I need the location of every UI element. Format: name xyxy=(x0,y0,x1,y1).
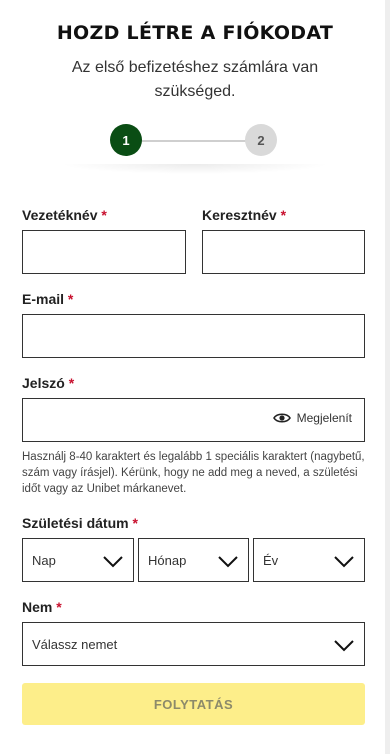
dob-year-select[interactable]: Év xyxy=(253,538,365,582)
page-header: HOZD LÉTRE A FIÓKODAT Az első befizetésh… xyxy=(0,0,390,174)
password-field[interactable]: Megjelenít xyxy=(22,398,365,442)
dob-label: Születési dátum * xyxy=(22,515,138,531)
stepper-shadow xyxy=(60,164,330,174)
gender-placeholder: Válassz nemet xyxy=(32,636,118,652)
first-name-input[interactable] xyxy=(202,230,365,274)
chevron-down-icon xyxy=(218,556,238,568)
chevron-down-icon xyxy=(334,640,354,652)
dob-month-value: Hónap xyxy=(148,552,187,568)
last-name-input[interactable] xyxy=(22,230,186,274)
gender-select[interactable]: Válassz nemet xyxy=(22,622,365,666)
dob-day-value: Nap xyxy=(32,552,56,568)
page-subtitle: Az első befizetéshez számlára van szüksé… xyxy=(71,59,319,100)
page-edge xyxy=(385,0,390,754)
dob-day-select[interactable]: Nap xyxy=(22,538,134,582)
password-hint: Használj 8-40 karaktert és legalább 1 sp… xyxy=(22,451,365,495)
email-input[interactable] xyxy=(22,314,365,358)
progress-stepper: 1 2 xyxy=(0,124,390,174)
gender-label: Nem * xyxy=(22,599,62,615)
step-2-indicator: 2 xyxy=(245,124,277,156)
chevron-down-icon xyxy=(103,556,123,568)
password-label: Jelszó * xyxy=(22,375,75,391)
page-title: HOZD LÉTRE A FIÓKODAT xyxy=(56,22,334,44)
show-password-label: Megjelenít xyxy=(296,411,352,425)
eye-icon xyxy=(272,413,291,423)
required-marker: * xyxy=(67,291,74,307)
stepper-line xyxy=(140,140,248,142)
required-marker: * xyxy=(132,515,138,531)
last-name-label: Vezetéknév * xyxy=(22,207,107,223)
continue-button[interactable]: FOLYTATÁS xyxy=(22,683,365,725)
first-name-label: Keresztnév * xyxy=(202,207,287,223)
show-password-toggle[interactable]: Megjelenít xyxy=(272,411,352,425)
email-label: E-mail * xyxy=(22,291,74,307)
dob-month-select[interactable]: Hónap xyxy=(138,538,249,582)
step-1-indicator: 1 xyxy=(110,124,142,156)
chevron-down-icon xyxy=(334,556,354,568)
required-marker: * xyxy=(68,375,75,391)
required-marker: * xyxy=(280,207,287,223)
required-marker: * xyxy=(101,207,107,223)
required-marker: * xyxy=(56,599,62,615)
dob-year-value: Év xyxy=(263,552,279,568)
